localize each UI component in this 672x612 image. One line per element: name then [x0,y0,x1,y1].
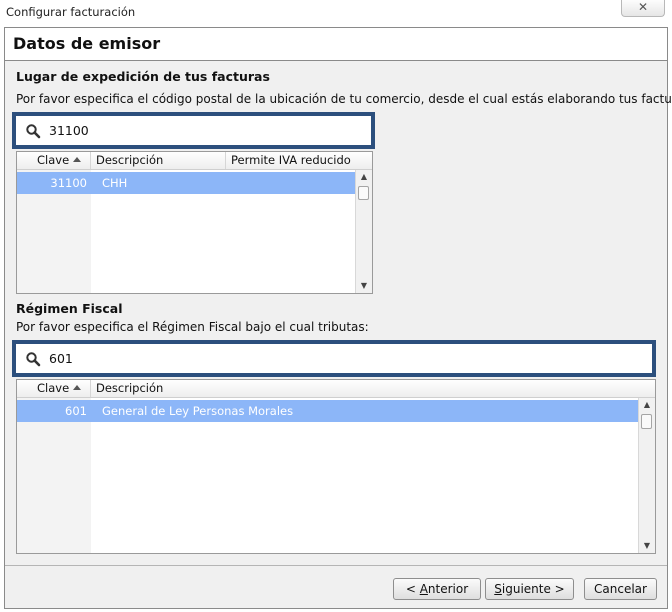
column-header-iva[interactable]: Permite IVA reducido [226,152,356,169]
regimen-search-field[interactable]: 601 [12,340,656,377]
grid-header: Clave Descripción [17,380,655,398]
scroll-down-icon[interactable]: ▼ [356,279,372,293]
regimen-search-input[interactable]: 601 [49,351,73,366]
dialog-header: Datos de emisor [5,28,667,61]
cell-clave: 31100 [50,176,87,190]
next-button-mnemonic: S [494,582,502,596]
cell-descripcion: General de Ley Personas Morales [102,404,294,418]
vertical-scrollbar[interactable]: ▲ ▼ [638,398,655,553]
table-row[interactable]: 601 General de Ley Personas Morales [17,400,638,422]
table-row[interactable]: 31100 CHH [17,172,355,194]
search-icon [26,124,41,139]
column-header-descripcion[interactable]: Descripción [91,380,639,397]
postal-code-search-input[interactable]: 31100 [49,123,89,138]
column-header-label: Descripción [96,381,164,395]
grid-header: Clave Descripción Permite IVA reducido [17,152,372,170]
footer-divider [5,565,667,566]
back-button-prefix: < [405,582,420,596]
sort-ascending-icon [73,385,82,390]
column-header-label: Descripción [96,153,164,167]
column-header-label: Clave [37,381,70,395]
window-titlebar: Configurar facturación ✕ [0,0,672,24]
regimen-grid[interactable]: Clave Descripción 601 General de Ley Per… [16,379,656,554]
scroll-up-icon[interactable]: ▲ [356,170,372,184]
sort-ascending-icon [73,157,82,162]
scroll-thumb[interactable] [641,414,652,429]
dialog-frame: Datos de emisor Lugar de expedición de t… [4,27,672,609]
column-header-label: Clave [37,153,70,167]
scroll-thumb[interactable] [358,186,369,200]
regimen-section-title: Régimen Fiscal [16,301,123,316]
next-button[interactable]: Siguiente > [485,578,574,600]
postal-code-search-field[interactable]: 31100 [12,112,375,149]
postal-code-grid[interactable]: Clave Descripción Permite IVA reducido 3… [16,151,373,294]
close-button[interactable]: ✕ [621,0,665,17]
vertical-scrollbar[interactable]: ▲ ▼ [355,170,372,293]
back-button-mnemonic: A [419,582,428,596]
column-header-clave[interactable]: Clave [17,152,91,169]
expedicion-section-title: Lugar de expedición de tus facturas [16,69,270,84]
column-header-label: Permite IVA reducido [231,153,351,167]
cancel-button-label: Cancelar [594,582,647,596]
cell-clave: 601 [65,404,87,418]
back-button-label: nterior [427,582,469,596]
page-title: Datos de emisor [13,34,161,53]
column-header-descripcion[interactable]: Descripción [91,152,226,169]
expedicion-instruction: Por favor especifica el código postal de… [16,92,672,106]
regimen-instruction: Por favor especifica el Régimen Fiscal b… [16,320,369,334]
scroll-up-icon[interactable]: ▲ [639,398,655,412]
cell-descripcion: CHH [102,176,128,190]
cancel-button[interactable]: Cancelar [584,578,657,600]
window-title: Configurar facturación [6,5,136,19]
scroll-down-icon[interactable]: ▼ [639,539,655,553]
search-icon [26,352,41,367]
column-header-clave[interactable]: Clave [17,380,91,397]
close-icon: ✕ [637,0,649,14]
back-button[interactable]: < Anterior [393,578,481,600]
next-button-label: iguiente > [501,582,565,596]
